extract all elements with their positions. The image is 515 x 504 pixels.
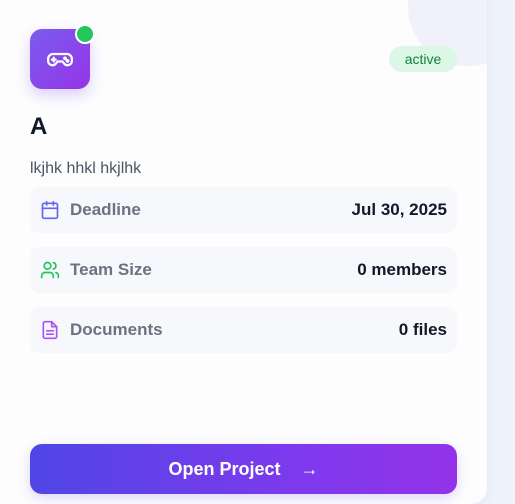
- detail-label: Deadline: [70, 200, 141, 219]
- detail-row-documents: Documents 0 files: [30, 307, 457, 353]
- status-badge: active: [389, 46, 457, 72]
- detail-value: Jul 30, 2025: [351, 200, 447, 219]
- arrow-right-icon: →: [300, 458, 319, 479]
- detail-label: Team Size: [70, 260, 152, 279]
- detail-row-deadline: Deadline Jul 30, 2025: [30, 187, 457, 233]
- detail-label: Documents: [70, 320, 163, 339]
- detail-row-team-size: Team Size 0 members: [30, 247, 457, 293]
- open-project-label: Open Project: [168, 458, 281, 479]
- open-project-button[interactable]: Open Project →: [30, 444, 457, 494]
- detail-value: 0 members: [357, 260, 447, 279]
- project-title: A: [30, 113, 48, 140]
- users-icon: [40, 261, 60, 279]
- document-icon: [42, 320, 58, 340]
- calendar-icon: [41, 200, 59, 220]
- online-status-dot: [75, 24, 95, 44]
- detail-value: 0 files: [398, 320, 447, 339]
- project-description: lkjhk hhkl hkjlhk: [30, 160, 142, 177]
- gamepad-icon: [47, 52, 73, 67]
